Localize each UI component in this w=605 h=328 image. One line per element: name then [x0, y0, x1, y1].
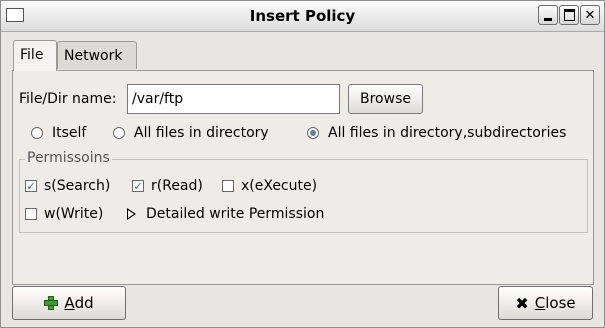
radio-all-files-subdirectories[interactable]: All files in directory,subdirectories	[307, 124, 566, 142]
close-label-rest: lose	[545, 294, 576, 312]
tab-network[interactable]: Network	[57, 41, 137, 69]
checkbox-execute[interactable]: x(eXecute)	[222, 177, 317, 195]
radio-itself[interactable]: Itself	[31, 124, 86, 142]
add-button[interactable]: Add	[12, 286, 126, 320]
detailed-write-permission-label: Detailed write Permission	[146, 206, 325, 222]
minimize-icon	[544, 17, 552, 21]
add-label-rest: dd	[74, 294, 94, 312]
checkbox-empty-icon[interactable]	[222, 180, 234, 192]
checkbox-read-label: r(Read)	[151, 178, 203, 194]
window-title: Insert Policy	[249, 7, 356, 25]
checkbox-search[interactable]: ✓ s(Search)	[25, 177, 110, 195]
detailed-write-permission-expander[interactable]: Detailed write Permission	[127, 205, 324, 223]
add-mnemonic: A	[64, 294, 75, 312]
close-x-icon: ✕	[584, 7, 596, 23]
radio-all-files-label: All files in directory	[134, 125, 269, 141]
checkmark-icon[interactable]: ✓	[25, 180, 37, 192]
permissions-legend: Permissoins	[25, 150, 112, 166]
minimize-button[interactable]	[538, 5, 558, 25]
checkbox-execute-label: x(eXecute)	[241, 178, 318, 194]
maximize-icon	[563, 9, 575, 21]
maximize-button[interactable]	[559, 5, 579, 25]
close-mnemonic: C	[534, 294, 546, 312]
plus-icon	[44, 296, 59, 310]
window-close-button[interactable]: ✕	[580, 5, 600, 25]
radio-icon[interactable]	[31, 127, 43, 139]
browse-button[interactable]: Browse	[348, 84, 423, 114]
title-bar[interactable]: Insert Policy ✕	[1, 1, 604, 32]
close-button[interactable]: ✖ Close	[498, 286, 593, 320]
checkbox-empty-icon[interactable]	[25, 208, 37, 220]
radio-subdirectories-label: All files in directory,subdirectories	[328, 125, 567, 141]
radio-selected-icon[interactable]	[307, 127, 319, 139]
checkbox-write-label: w(Write)	[44, 206, 104, 222]
radio-icon[interactable]	[113, 127, 125, 139]
x-icon: ✖	[515, 293, 529, 313]
tab-file[interactable]: File	[13, 40, 57, 71]
checkbox-read[interactable]: ✓ r(Read)	[132, 177, 203, 195]
triangle-right-icon[interactable]	[127, 208, 136, 220]
radio-itself-label: Itself	[52, 125, 87, 141]
checkbox-search-label: s(Search)	[44, 178, 111, 194]
radio-all-files-in-directory[interactable]: All files in directory	[113, 124, 269, 142]
file-dir-name-input[interactable]	[127, 84, 340, 114]
file-dir-name-label: File/Dir name:	[19, 91, 117, 107]
checkmark-icon[interactable]: ✓	[132, 180, 144, 192]
checkbox-write[interactable]: w(Write)	[25, 205, 103, 223]
